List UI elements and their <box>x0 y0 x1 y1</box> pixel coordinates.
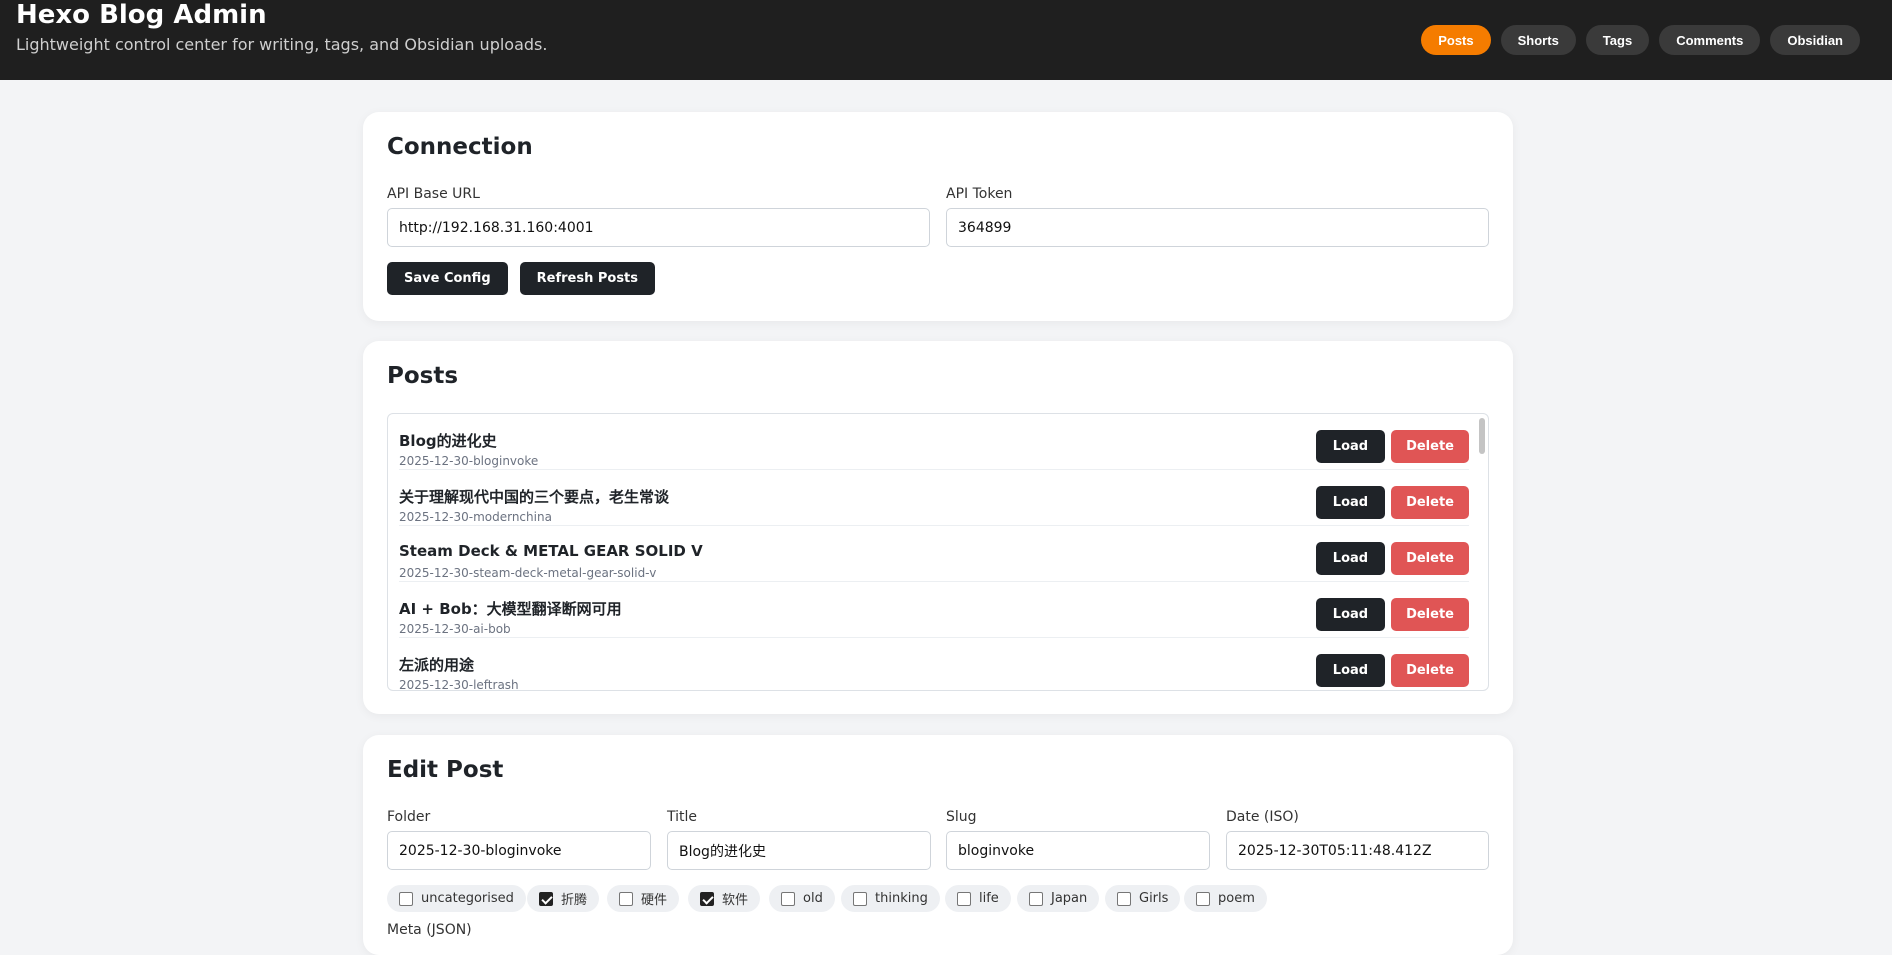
checkbox[interactable] <box>399 891 413 906</box>
delete-button[interactable]: Delete <box>1391 486 1469 519</box>
post-title: Steam Deck & METAL GEAR SOLID V <box>399 542 703 560</box>
checkbox[interactable] <box>1117 891 1131 906</box>
load-button[interactable]: Load <box>1315 542 1386 575</box>
main-nav: Posts Shorts Tags Comments Obsidian <box>1421 25 1860 55</box>
list-item: 左派的用途 2025-12-30-leftrash Load Delete <box>399 638 1469 691</box>
date-input[interactable] <box>1226 831 1489 870</box>
delete-button[interactable]: Delete <box>1391 542 1469 575</box>
load-button[interactable]: Load <box>1315 598 1386 631</box>
refresh-posts-button[interactable]: Refresh Posts <box>519 262 656 295</box>
delete-button[interactable]: Delete <box>1391 654 1469 687</box>
checkbox[interactable] <box>957 891 971 906</box>
post-slug: 2025-12-30-leftrash <box>399 678 519 691</box>
checkbox[interactable] <box>853 891 867 906</box>
date-label: Date (ISO) <box>1226 809 1299 825</box>
checkbox[interactable] <box>700 891 714 906</box>
api-base-url-input[interactable] <box>387 208 930 247</box>
post-slug: 2025-12-30-ai-bob <box>399 622 511 636</box>
tag-yingjian[interactable]: 硬件 <box>607 885 680 912</box>
row-actions: Load Delete <box>1315 654 1469 687</box>
tag-life[interactable]: life <box>945 885 1011 912</box>
tag-ruanjian[interactable]: 软件 <box>688 885 761 912</box>
save-config-button[interactable]: Save Config <box>387 262 508 295</box>
load-button[interactable]: Load <box>1315 654 1386 687</box>
nav-comments[interactable]: Comments <box>1659 25 1761 55</box>
tag-label: 软件 <box>722 893 749 908</box>
posts-list[interactable]: Blog的进化史 2025-12-30-bloginvoke Load Dele… <box>387 413 1489 691</box>
post-slug: 2025-12-30-modernchina <box>399 510 552 524</box>
checkbox[interactable] <box>1196 891 1210 906</box>
nav-posts[interactable]: Posts <box>1421 25 1491 55</box>
post-slug: 2025-12-30-bloginvoke <box>399 454 539 468</box>
app-subtitle: Lightweight control center for writing, … <box>16 35 548 54</box>
connection-card: Connection API Base URL API Token Save C… <box>363 112 1513 321</box>
title-input[interactable] <box>667 831 931 870</box>
posts-card: Posts Blog的进化史 2025-12-30-bloginvoke Loa… <box>363 341 1513 714</box>
list-item: AI + Bob：大模型翻译断网可用 2025-12-30-ai-bob Loa… <box>399 582 1469 638</box>
load-button[interactable]: Load <box>1315 486 1386 519</box>
api-base-url-label: API Base URL <box>387 186 480 202</box>
checkbox[interactable] <box>539 891 553 906</box>
row-actions: Load Delete <box>1315 598 1469 631</box>
checkbox[interactable] <box>1029 891 1043 906</box>
post-slug: 2025-12-30-steam-deck-metal-gear-solid-v <box>399 566 657 580</box>
list-scrollbar[interactable] <box>1479 418 1485 454</box>
top-bar: Hexo Blog Admin Lightweight control cent… <box>0 0 1892 80</box>
tag-girls[interactable]: Girls <box>1105 885 1181 912</box>
post-title: 左派的用途 <box>399 656 475 674</box>
tag-japan[interactable]: Japan <box>1017 885 1100 912</box>
slug-input[interactable] <box>946 831 1210 870</box>
list-item: Steam Deck & METAL GEAR SOLID V 2025-12-… <box>399 526 1469 582</box>
row-actions: Load Delete <box>1315 430 1469 463</box>
tag-label: Japan <box>1051 891 1088 906</box>
posts-heading: Posts <box>387 363 459 389</box>
post-title: AI + Bob：大模型翻译断网可用 <box>399 600 622 618</box>
tag-label: thinking <box>875 891 928 906</box>
folder-label: Folder <box>387 809 431 825</box>
nav-obsidian[interactable]: Obsidian <box>1770 25 1860 55</box>
tag-label: Girls <box>1139 891 1169 906</box>
api-token-label: API Token <box>946 186 1013 202</box>
title-label: Title <box>667 809 698 825</box>
tag-label: 硬件 <box>641 893 668 908</box>
delete-button[interactable]: Delete <box>1391 598 1469 631</box>
tag-label: poem <box>1218 891 1255 906</box>
row-actions: Load Delete <box>1315 542 1469 575</box>
api-token-input[interactable] <box>946 208 1489 247</box>
nav-tags[interactable]: Tags <box>1585 25 1650 55</box>
tag-uncategorised[interactable]: uncategorised <box>387 885 526 912</box>
app-title: Hexo Blog Admin <box>16 0 267 30</box>
tag-thinking[interactable]: thinking <box>841 885 940 912</box>
list-item: 关于理解现代中国的三个要点，老生常谈 2025-12-30-modernchin… <box>399 470 1469 526</box>
tag-poem[interactable]: poem <box>1184 885 1267 912</box>
checkbox[interactable] <box>781 891 795 906</box>
tag-label: life <box>979 891 999 906</box>
meta-json-label: Meta (JSON) <box>387 922 472 938</box>
tag-old[interactable]: old <box>769 885 835 912</box>
edit-post-heading: Edit Post <box>387 757 504 783</box>
brand: Hexo Blog Admin Lightweight control cent… <box>16 0 547 54</box>
tag-label: 折腾 <box>561 893 588 908</box>
list-item: Blog的进化史 2025-12-30-bloginvoke Load Dele… <box>399 414 1469 470</box>
folder-input[interactable] <box>387 831 651 870</box>
row-actions: Load Delete <box>1315 486 1469 519</box>
post-title: Blog的进化史 <box>399 432 497 450</box>
slug-label: Slug <box>946 809 977 825</box>
load-button[interactable]: Load <box>1315 430 1386 463</box>
nav-shorts[interactable]: Shorts <box>1500 25 1576 55</box>
checkbox[interactable] <box>619 891 633 906</box>
tag-label: old <box>803 891 823 906</box>
tag-zheteng[interactable]: 折腾 <box>527 885 600 912</box>
post-title: 关于理解现代中国的三个要点，老生常谈 <box>399 488 670 506</box>
connection-heading: Connection <box>387 134 533 160</box>
edit-post-card: Edit Post Folder Title Slug Date (ISO) M… <box>363 735 1513 955</box>
tag-label: uncategorised <box>421 891 514 906</box>
delete-button[interactable]: Delete <box>1391 430 1469 463</box>
